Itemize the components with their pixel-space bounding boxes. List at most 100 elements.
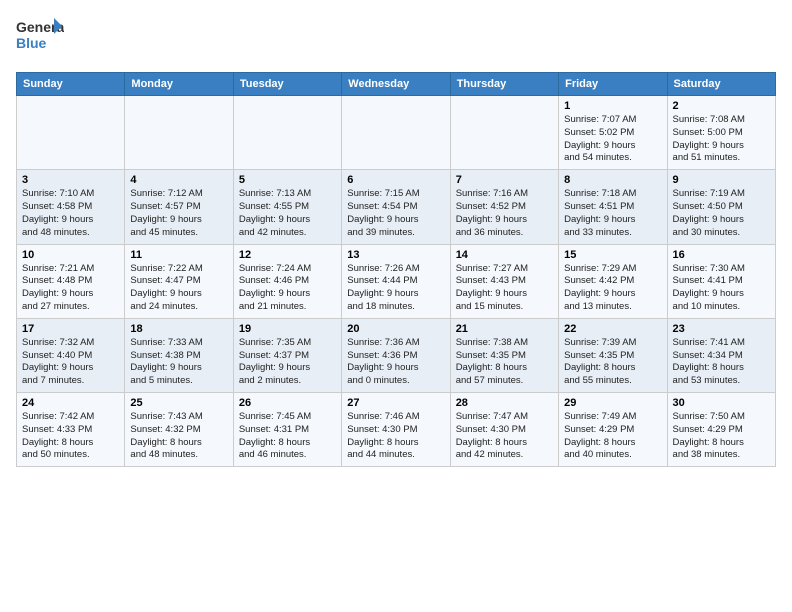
calendar-cell: 19 Sunrise: 7:35 AM Sunset: 4:37 PM Dayli… (233, 318, 341, 392)
calendar-cell: 24 Sunrise: 7:42 AM Sunset: 4:33 PM Dayli… (17, 393, 125, 467)
day-number: 25 (130, 397, 227, 409)
day-number: 22 (564, 323, 661, 335)
day-info: Sunrise: 7:18 AM Sunset: 4:51 PM Dayligh… (564, 188, 661, 239)
calendar-cell: 2 Sunrise: 7:08 AM Sunset: 5:00 PM Daylig… (667, 96, 775, 170)
calendar-cell: 1Sunrise: 7:07 AM Sunset: 5:02 PM Daylig… (559, 96, 667, 170)
calendar-cell: 3 Sunrise: 7:10 AM Sunset: 4:58 PM Daylig… (17, 170, 125, 244)
day-info: Sunrise: 7:46 AM Sunset: 4:30 PM Dayligh… (347, 411, 444, 462)
day-info: Sunrise: 7:19 AM Sunset: 4:50 PM Dayligh… (673, 188, 770, 239)
calendar-cell: 18 Sunrise: 7:33 AM Sunset: 4:38 PM Dayli… (125, 318, 233, 392)
day-info: Sunrise: 7:26 AM Sunset: 4:44 PM Dayligh… (347, 263, 444, 314)
day-number: 2 (673, 100, 770, 112)
day-number: 17 (22, 323, 119, 335)
day-info: Sunrise: 7:38 AM Sunset: 4:35 PM Dayligh… (456, 337, 553, 388)
calendar-cell: 6 Sunrise: 7:15 AM Sunset: 4:54 PM Daylig… (342, 170, 450, 244)
day-info: Sunrise: 7:21 AM Sunset: 4:48 PM Dayligh… (22, 263, 119, 314)
calendar-cell: 5 Sunrise: 7:13 AM Sunset: 4:55 PM Daylig… (233, 170, 341, 244)
calendar-cell: 27 Sunrise: 7:46 AM Sunset: 4:30 PM Dayli… (342, 393, 450, 467)
day-number: 18 (130, 323, 227, 335)
day-info: Sunrise: 7:30 AM Sunset: 4:41 PM Dayligh… (673, 263, 770, 314)
day-info: Sunrise: 7:24 AM Sunset: 4:46 PM Dayligh… (239, 263, 336, 314)
day-number: 12 (239, 249, 336, 261)
day-number: 7 (456, 174, 553, 186)
calendar-cell (233, 96, 341, 170)
calendar-cell: 9 Sunrise: 7:19 AM Sunset: 4:50 PM Daylig… (667, 170, 775, 244)
day-info: Sunrise: 7:33 AM Sunset: 4:38 PM Dayligh… (130, 337, 227, 388)
day-number: 5 (239, 174, 336, 186)
calendar-cell: 4 Sunrise: 7:12 AM Sunset: 4:57 PM Daylig… (125, 170, 233, 244)
day-info: Sunrise: 7:47 AM Sunset: 4:30 PM Dayligh… (456, 411, 553, 462)
day-info: Sunrise: 7:12 AM Sunset: 4:57 PM Dayligh… (130, 188, 227, 239)
day-info: Sunrise: 7:32 AM Sunset: 4:40 PM Dayligh… (22, 337, 119, 388)
day-number: 19 (239, 323, 336, 335)
day-info: Sunrise: 7:39 AM Sunset: 4:35 PM Dayligh… (564, 337, 661, 388)
day-number: 28 (456, 397, 553, 409)
day-info: Sunrise: 7:45 AM Sunset: 4:31 PM Dayligh… (239, 411, 336, 462)
logo: General Blue (16, 16, 64, 60)
calendar-cell: 26Sunrise: 7:45 AM Sunset: 4:31 PM Dayli… (233, 393, 341, 467)
day-info: Sunrise: 7:08 AM Sunset: 5:00 PM Dayligh… (673, 114, 770, 165)
day-number: 6 (347, 174, 444, 186)
day-number: 11 (130, 249, 227, 261)
col-header-wednesday: Wednesday (342, 73, 450, 96)
day-info: Sunrise: 7:15 AM Sunset: 4:54 PM Dayligh… (347, 188, 444, 239)
calendar-cell (125, 96, 233, 170)
col-header-saturday: Saturday (667, 73, 775, 96)
day-number: 20 (347, 323, 444, 335)
calendar-cell: 25 Sunrise: 7:43 AM Sunset: 4:32 PM Dayli… (125, 393, 233, 467)
day-number: 21 (456, 323, 553, 335)
calendar-cell: 28 Sunrise: 7:47 AM Sunset: 4:30 PM Dayli… (450, 393, 558, 467)
day-number: 3 (22, 174, 119, 186)
day-info: Sunrise: 7:22 AM Sunset: 4:47 PM Dayligh… (130, 263, 227, 314)
calendar-cell (17, 96, 125, 170)
day-info: Sunrise: 7:07 AM Sunset: 5:02 PM Dayligh… (564, 114, 661, 165)
day-info: Sunrise: 7:13 AM Sunset: 4:55 PM Dayligh… (239, 188, 336, 239)
day-info: Sunrise: 7:43 AM Sunset: 4:32 PM Dayligh… (130, 411, 227, 462)
calendar-cell: 20 Sunrise: 7:36 AM Sunset: 4:36 PM Dayli… (342, 318, 450, 392)
calendar-cell: 10Sunrise: 7:21 AM Sunset: 4:48 PM Dayli… (17, 244, 125, 318)
calendar-cell: 22 Sunrise: 7:39 AM Sunset: 4:35 PM Dayli… (559, 318, 667, 392)
calendar-cell: 17 Sunrise: 7:32 AM Sunset: 4:40 PM Dayli… (17, 318, 125, 392)
col-header-tuesday: Tuesday (233, 73, 341, 96)
page-header: General Blue (16, 16, 776, 60)
calendar-cell: 30Sunrise: 7:50 AM Sunset: 4:29 PM Dayli… (667, 393, 775, 467)
day-number: 23 (673, 323, 770, 335)
day-info: Sunrise: 7:42 AM Sunset: 4:33 PM Dayligh… (22, 411, 119, 462)
col-header-thursday: Thursday (450, 73, 558, 96)
day-info: Sunrise: 7:16 AM Sunset: 4:52 PM Dayligh… (456, 188, 553, 239)
calendar-cell: 12 Sunrise: 7:24 AM Sunset: 4:46 PM Dayli… (233, 244, 341, 318)
day-number: 13 (347, 249, 444, 261)
svg-text:Blue: Blue (16, 35, 47, 51)
day-info: Sunrise: 7:10 AM Sunset: 4:58 PM Dayligh… (22, 188, 119, 239)
day-number: 24 (22, 397, 119, 409)
calendar-cell: 7 Sunrise: 7:16 AM Sunset: 4:52 PM Daylig… (450, 170, 558, 244)
calendar-cell: 23 Sunrise: 7:41 AM Sunset: 4:34 PM Dayli… (667, 318, 775, 392)
calendar-cell: 13 Sunrise: 7:26 AM Sunset: 4:44 PM Dayli… (342, 244, 450, 318)
day-number: 15 (564, 249, 661, 261)
calendar-cell: 29 Sunrise: 7:49 AM Sunset: 4:29 PM Dayli… (559, 393, 667, 467)
day-number: 29 (564, 397, 661, 409)
day-number: 4 (130, 174, 227, 186)
day-info: Sunrise: 7:41 AM Sunset: 4:34 PM Dayligh… (673, 337, 770, 388)
col-header-friday: Friday (559, 73, 667, 96)
calendar-cell: 11 Sunrise: 7:22 AM Sunset: 4:47 PM Dayli… (125, 244, 233, 318)
calendar-cell: 21 Sunrise: 7:38 AM Sunset: 4:35 PM Dayli… (450, 318, 558, 392)
calendar-cell (342, 96, 450, 170)
day-info: Sunrise: 7:35 AM Sunset: 4:37 PM Dayligh… (239, 337, 336, 388)
day-info: Sunrise: 7:36 AM Sunset: 4:36 PM Dayligh… (347, 337, 444, 388)
day-info: Sunrise: 7:49 AM Sunset: 4:29 PM Dayligh… (564, 411, 661, 462)
day-number: 9 (673, 174, 770, 186)
day-number: 14 (456, 249, 553, 261)
col-header-sunday: Sunday (17, 73, 125, 96)
day-number: 16 (673, 249, 770, 261)
day-number: 27 (347, 397, 444, 409)
logo-svg: General Blue (16, 16, 64, 60)
calendar-cell: 15 Sunrise: 7:29 AM Sunset: 4:42 PM Dayli… (559, 244, 667, 318)
calendar-cell: 8 Sunrise: 7:18 AM Sunset: 4:51 PM Daylig… (559, 170, 667, 244)
calendar-cell (450, 96, 558, 170)
day-info: Sunrise: 7:29 AM Sunset: 4:42 PM Dayligh… (564, 263, 661, 314)
calendar-table: SundayMondayTuesdayWednesdayThursdayFrid… (16, 72, 776, 467)
calendar-cell: 16 Sunrise: 7:30 AM Sunset: 4:41 PM Dayli… (667, 244, 775, 318)
day-number: 8 (564, 174, 661, 186)
day-info: Sunrise: 7:50 AM Sunset: 4:29 PM Dayligh… (673, 411, 770, 462)
